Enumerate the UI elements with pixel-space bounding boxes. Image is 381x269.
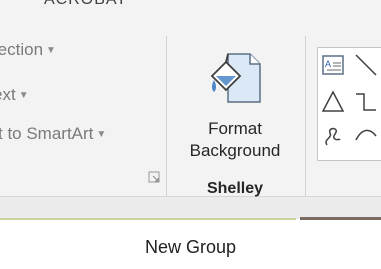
svg-text:A: A [325,59,331,69]
convert-to-smartart-button[interactable]: t to SmartArt ▼ [0,124,106,144]
format-background-label: Format Background [172,118,298,162]
dialog-launcher-icon[interactable] [148,171,160,183]
ribbon-tab-strip: ACROBAT [0,0,381,14]
ribbon: rection▼ ext▼ t to SmartArt▼ [0,14,381,200]
format-background-label-line2: Background [189,141,281,160]
slide-edge-highlight [0,218,296,220]
align-text-label: ext [0,85,16,104]
group-label-shelley: Shelley [206,180,264,197]
convert-to-smartart-label: t to SmartArt [0,124,94,143]
new-group-label: New Group [144,237,237,257]
elbow-connector-shape-icon[interactable] [354,90,378,114]
line-shape-icon[interactable] [354,53,378,77]
group-separator [305,36,306,200]
slide-edge-dark [300,217,381,220]
group-separator [166,36,167,200]
format-background-label-line1: Format [208,119,262,138]
text-direction-button[interactable]: rection▼ [0,40,56,60]
align-text-button[interactable]: ext▼ [0,85,29,105]
chevron-down-icon: ▼ [46,45,56,56]
triangle-shape-icon[interactable] [321,90,345,114]
curve-shape-icon[interactable] [354,124,378,148]
ribbon-bottom-strip [0,197,381,219]
chevron-down-icon: ▼ [18,90,29,101]
text-direction-label: rection [0,40,44,59]
format-background-button[interactable]: Format Background [172,44,298,176]
screenshot-root: ACROBAT rection▼ ext▼ t to SmartArt▼ [0,0,381,269]
shapes-gallery[interactable]: A [317,47,381,161]
freeform-scribble-shape-icon[interactable] [321,124,345,148]
tab-acrobat[interactable]: ACROBAT [44,0,127,9]
text-box-shape-icon[interactable]: A [321,53,345,77]
paint-bucket-page-icon [210,53,261,103]
chevron-down-icon: ▼ [96,129,107,140]
